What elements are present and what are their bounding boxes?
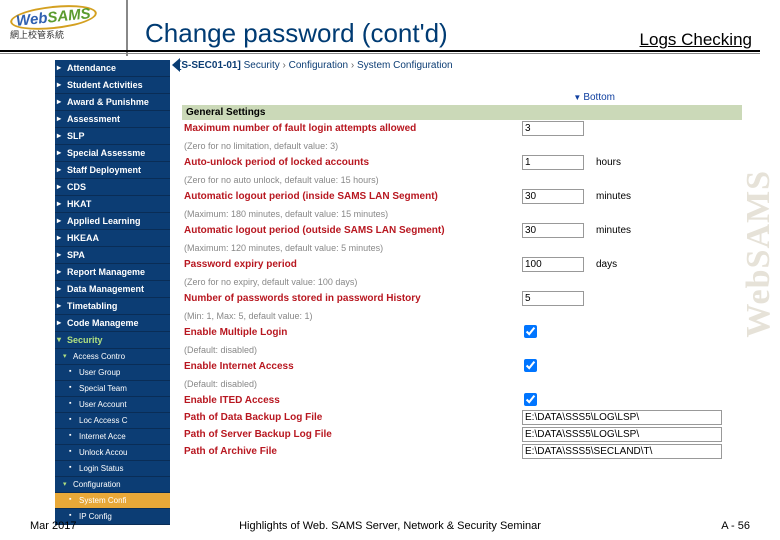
sidebar-item-user-group[interactable]: User Group — [55, 365, 170, 381]
header-rule — [0, 50, 760, 52]
breadcrumb-system-config: System Configuration — [357, 60, 453, 71]
setting-label: Maximum number of fault login attempts a… — [182, 123, 522, 134]
sidebar-item-security[interactable]: Security — [55, 332, 170, 349]
sidebar-item-assessment[interactable]: Assessment — [55, 111, 170, 128]
setting-label: Auto-unlock period of locked accounts — [182, 157, 522, 168]
sidebar-item-timetabling[interactable]: Timetabling — [55, 298, 170, 315]
settings-form: General Settings Maximum number of fault… — [182, 105, 742, 460]
breadcrumb-security[interactable]: Security — [244, 60, 280, 71]
setting-path-input[interactable] — [522, 444, 722, 459]
sidebar-item-staff-deployment[interactable]: Staff Deployment — [55, 162, 170, 179]
setting-row: Maximum number of fault login attempts a… — [182, 120, 742, 137]
setting-unit: minutes — [592, 225, 642, 236]
sidebar-item-access-contro[interactable]: Access Contro — [55, 349, 170, 365]
setting-label: Enable Internet Access — [182, 361, 522, 372]
sidebar-item-hkat[interactable]: HKAT — [55, 196, 170, 213]
setting-path-input[interactable] — [522, 427, 722, 442]
setting-hint: (Maximum: 120 minutes, default value: 5 … — [182, 243, 522, 253]
setting-row: Path of Server Backup Log File — [182, 426, 742, 443]
setting-row: Automatic logout period (inside SAMS LAN… — [182, 188, 742, 205]
setting-input[interactable] — [522, 121, 584, 136]
setting-checkbox[interactable] — [524, 359, 537, 372]
setting-hint: (Zero for no expiry, default value: 100 … — [182, 277, 522, 287]
app-logo: WebSAMS 網上校管系統 — [10, 6, 120, 48]
sidebar-item-loc-access-c[interactable]: Loc Access C — [55, 413, 170, 429]
setting-input[interactable] — [522, 223, 584, 238]
setting-row: Enable ITED Access — [182, 392, 742, 409]
sidebar-item-login-status[interactable]: Login Status — [55, 461, 170, 477]
setting-hint: (Zero for no auto unlock, default value:… — [182, 175, 522, 185]
setting-hint: (Default: disabled) — [182, 379, 522, 389]
sidebar-nav: AttendanceStudent ActivitiesAward & Puni… — [55, 60, 170, 525]
sidebar-item-internet-acce[interactable]: Internet Acce — [55, 429, 170, 445]
setting-row: Path of Data Backup Log File — [182, 409, 742, 426]
setting-row: Number of passwords stored in password H… — [182, 290, 742, 307]
bottom-anchor-link[interactable]: Bottom — [573, 92, 615, 103]
setting-input[interactable] — [522, 189, 584, 204]
sidebar-item-configuration[interactable]: Configuration — [55, 477, 170, 493]
sidebar-item-cds[interactable]: CDS — [55, 179, 170, 196]
footer-date: Mar 2017 — [30, 520, 76, 532]
setting-input[interactable] — [522, 291, 584, 306]
setting-input[interactable] — [522, 155, 584, 170]
setting-label: Path of Archive File — [182, 446, 522, 457]
setting-label: Enable ITED Access — [182, 395, 522, 406]
setting-row: Auto-unlock period of locked accounts hou… — [182, 154, 742, 171]
sidebar-item-system-confi[interactable]: System Confi — [55, 493, 170, 509]
setting-row: Enable Multiple Login — [182, 324, 742, 341]
breadcrumb-code: [S-SEC01-01] — [178, 60, 241, 71]
setting-input[interactable] — [522, 257, 584, 272]
sidebar-item-user-account[interactable]: User Account — [55, 397, 170, 413]
sidebar-item-slp[interactable]: SLP — [55, 128, 170, 145]
sidebar-item-attendance[interactable]: Attendance — [55, 60, 170, 77]
setting-row: Path of Archive File — [182, 443, 742, 460]
setting-unit: days — [592, 259, 642, 270]
sidebar-item-report-manageme[interactable]: Report Manageme — [55, 264, 170, 281]
section-general-settings: General Settings — [182, 105, 742, 120]
header-divider — [126, 0, 128, 56]
header-rule-2 — [0, 53, 760, 54]
setting-row: Password expiry period days — [182, 256, 742, 273]
footer-page: A - 56 — [721, 520, 750, 532]
setting-label: Enable Multiple Login — [182, 327, 522, 338]
setting-label: Path of Data Backup Log File — [182, 412, 522, 423]
sidebar-item-special-team[interactable]: Special Team — [55, 381, 170, 397]
setting-unit: hours — [592, 157, 642, 168]
setting-label: Automatic logout period (inside SAMS LAN… — [182, 191, 522, 202]
sidebar-item-unlock-accou[interactable]: Unlock Accou — [55, 445, 170, 461]
watermark: WebSAMS — [740, 170, 778, 338]
setting-label: Number of passwords stored in password H… — [182, 293, 522, 304]
setting-checkbox[interactable] — [524, 325, 537, 338]
page-title: Change password (cont'd) — [145, 18, 448, 49]
footer-title: Highlights of Web. SAMS Server, Network … — [239, 520, 541, 532]
breadcrumb: [S-SEC01-01] Security › Configuration › … — [178, 60, 453, 71]
setting-path-input[interactable] — [522, 410, 722, 425]
sidebar-item-student-activities[interactable]: Student Activities — [55, 77, 170, 94]
setting-hint: (Min: 1, Max: 5, default value: 1) — [182, 311, 522, 321]
sidebar-item-spa[interactable]: SPA — [55, 247, 170, 264]
sidebar-item-hkeaa[interactable]: HKEAA — [55, 230, 170, 247]
logs-checking-link[interactable]: Logs Checking — [640, 30, 752, 50]
setting-label: Automatic logout period (outside SAMS LA… — [182, 225, 522, 236]
sidebar-item-data-management[interactable]: Data Management — [55, 281, 170, 298]
sidebar-item-applied-learning[interactable]: Applied Learning — [55, 213, 170, 230]
setting-hint: (Zero for no limitation, default value: … — [182, 141, 522, 151]
setting-unit: minutes — [592, 191, 642, 202]
setting-checkbox[interactable] — [524, 393, 537, 406]
setting-row: Enable Internet Access — [182, 358, 742, 375]
setting-hint: (Default: disabled) — [182, 345, 522, 355]
setting-row: Automatic logout period (outside SAMS LA… — [182, 222, 742, 239]
sidebar-item-code-manageme[interactable]: Code Manageme — [55, 315, 170, 332]
sidebar-item-award-punishme[interactable]: Award & Punishme — [55, 94, 170, 111]
breadcrumb-configuration[interactable]: Configuration — [289, 60, 348, 71]
setting-hint: (Maximum: 180 minutes, default value: 15… — [182, 209, 522, 219]
sidebar-item-special-assessme[interactable]: Special Assessme — [55, 145, 170, 162]
setting-label: Path of Server Backup Log File — [182, 429, 522, 440]
setting-label: Password expiry period — [182, 259, 522, 270]
